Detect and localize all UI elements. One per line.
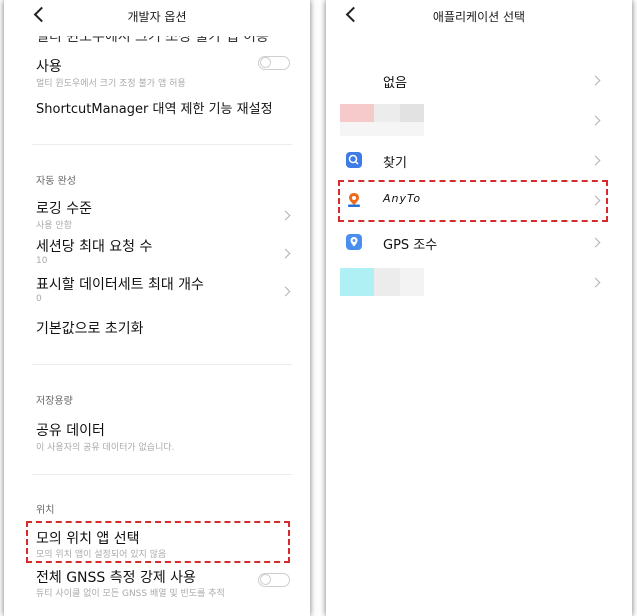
divider	[32, 474, 292, 475]
blurred-region	[374, 104, 400, 122]
top-bar: 애플리케이션 선택	[326, 0, 632, 30]
app-item-blurred[interactable]	[326, 262, 632, 302]
chevron-right-icon	[280, 210, 291, 221]
partially-hidden-text: 멀티 윈도우에서 크기 조정 불가 앱 허용	[36, 36, 269, 45]
max-datasets-value: 0	[36, 294, 42, 304]
shared-data-title: 공유 데이터	[36, 423, 105, 439]
chevron-right-icon	[280, 248, 291, 259]
blurred-app-icon	[340, 268, 374, 296]
max-datasets-title: 표시할 데이터세트 최대 개수	[36, 277, 204, 293]
logging-level-value: 사용 안함	[36, 221, 72, 231]
blurred-region	[340, 122, 424, 136]
max-requests-value: 10	[36, 256, 48, 266]
chevron-right-icon	[590, 155, 601, 166]
divider	[32, 144, 292, 145]
chevron-right-icon	[590, 277, 601, 288]
multiwindow-subtitle: 멀티 윈도우에서 크기 조정 불가 앱 허용	[36, 79, 186, 89]
section-header-storage: 저장용량	[36, 396, 73, 407]
top-bar: 개발자 옵션	[4, 0, 310, 30]
blurred-region	[400, 268, 424, 296]
app-item-find[interactable]: 찾기	[326, 140, 632, 180]
toggle-knob	[260, 574, 271, 585]
section-header-autofill: 자동 완성	[36, 176, 76, 187]
page-title: 애플리케이션 선택	[432, 10, 526, 24]
chevron-right-icon	[590, 115, 601, 126]
multiwindow-title: 사용	[36, 59, 62, 75]
reset-to-defaults[interactable]: 기본값으로 초기화	[36, 318, 144, 338]
app-item-label: 없음	[383, 76, 407, 91]
blurred-app-icon	[340, 104, 374, 122]
logging-level-title: 로깅 수준	[36, 201, 92, 217]
app-item-label: GPS 조수	[383, 238, 438, 253]
max-requests-title: 세션당 최대 요청 수	[36, 239, 153, 255]
shortcut-manager-reset[interactable]: ShortcutManager 대역 제한 기능 재설정	[36, 98, 273, 117]
chevron-right-icon	[590, 237, 601, 248]
gps-assistant-icon	[346, 234, 362, 250]
page-title: 개발자 옵션	[127, 10, 187, 24]
anyto-highlight	[338, 180, 608, 222]
select-app-screen: 애플리케이션 선택 없음 찾기 AnyTo GPS 조수	[326, 0, 632, 616]
blurred-region	[374, 268, 400, 296]
app-item-gps-assistant[interactable]: GPS 조수	[326, 222, 632, 262]
shared-data-subtitle: 이 사용자의 공유 데이터가 없습니다.	[36, 443, 175, 453]
gnss-title: 전체 GNSS 측정 강제 사용	[36, 570, 196, 586]
toggle-knob	[260, 57, 271, 68]
app-item-blurred[interactable]	[326, 100, 632, 140]
multiwindow-toggle[interactable]	[258, 56, 290, 70]
app-item-label: 찾기	[383, 156, 407, 171]
app-item-none[interactable]: 없음	[326, 60, 632, 100]
chevron-right-icon	[590, 75, 601, 86]
mock-location-highlight	[26, 521, 290, 563]
section-header-location: 위치	[36, 505, 55, 516]
find-icon	[346, 152, 362, 168]
gnss-subtitle: 듀티 사이클 없이 모든 GNSS 배열 및 빈도를 추적	[36, 589, 225, 599]
blurred-region	[400, 104, 424, 122]
chevron-right-icon	[280, 286, 291, 297]
gnss-toggle[interactable]	[258, 573, 290, 587]
divider	[32, 364, 292, 365]
developer-options-screen: 개발자 옵션 멀티 윈도우에서 크기 조정 불가 앱 허용 사용 멀티 윈도우에…	[4, 0, 310, 616]
